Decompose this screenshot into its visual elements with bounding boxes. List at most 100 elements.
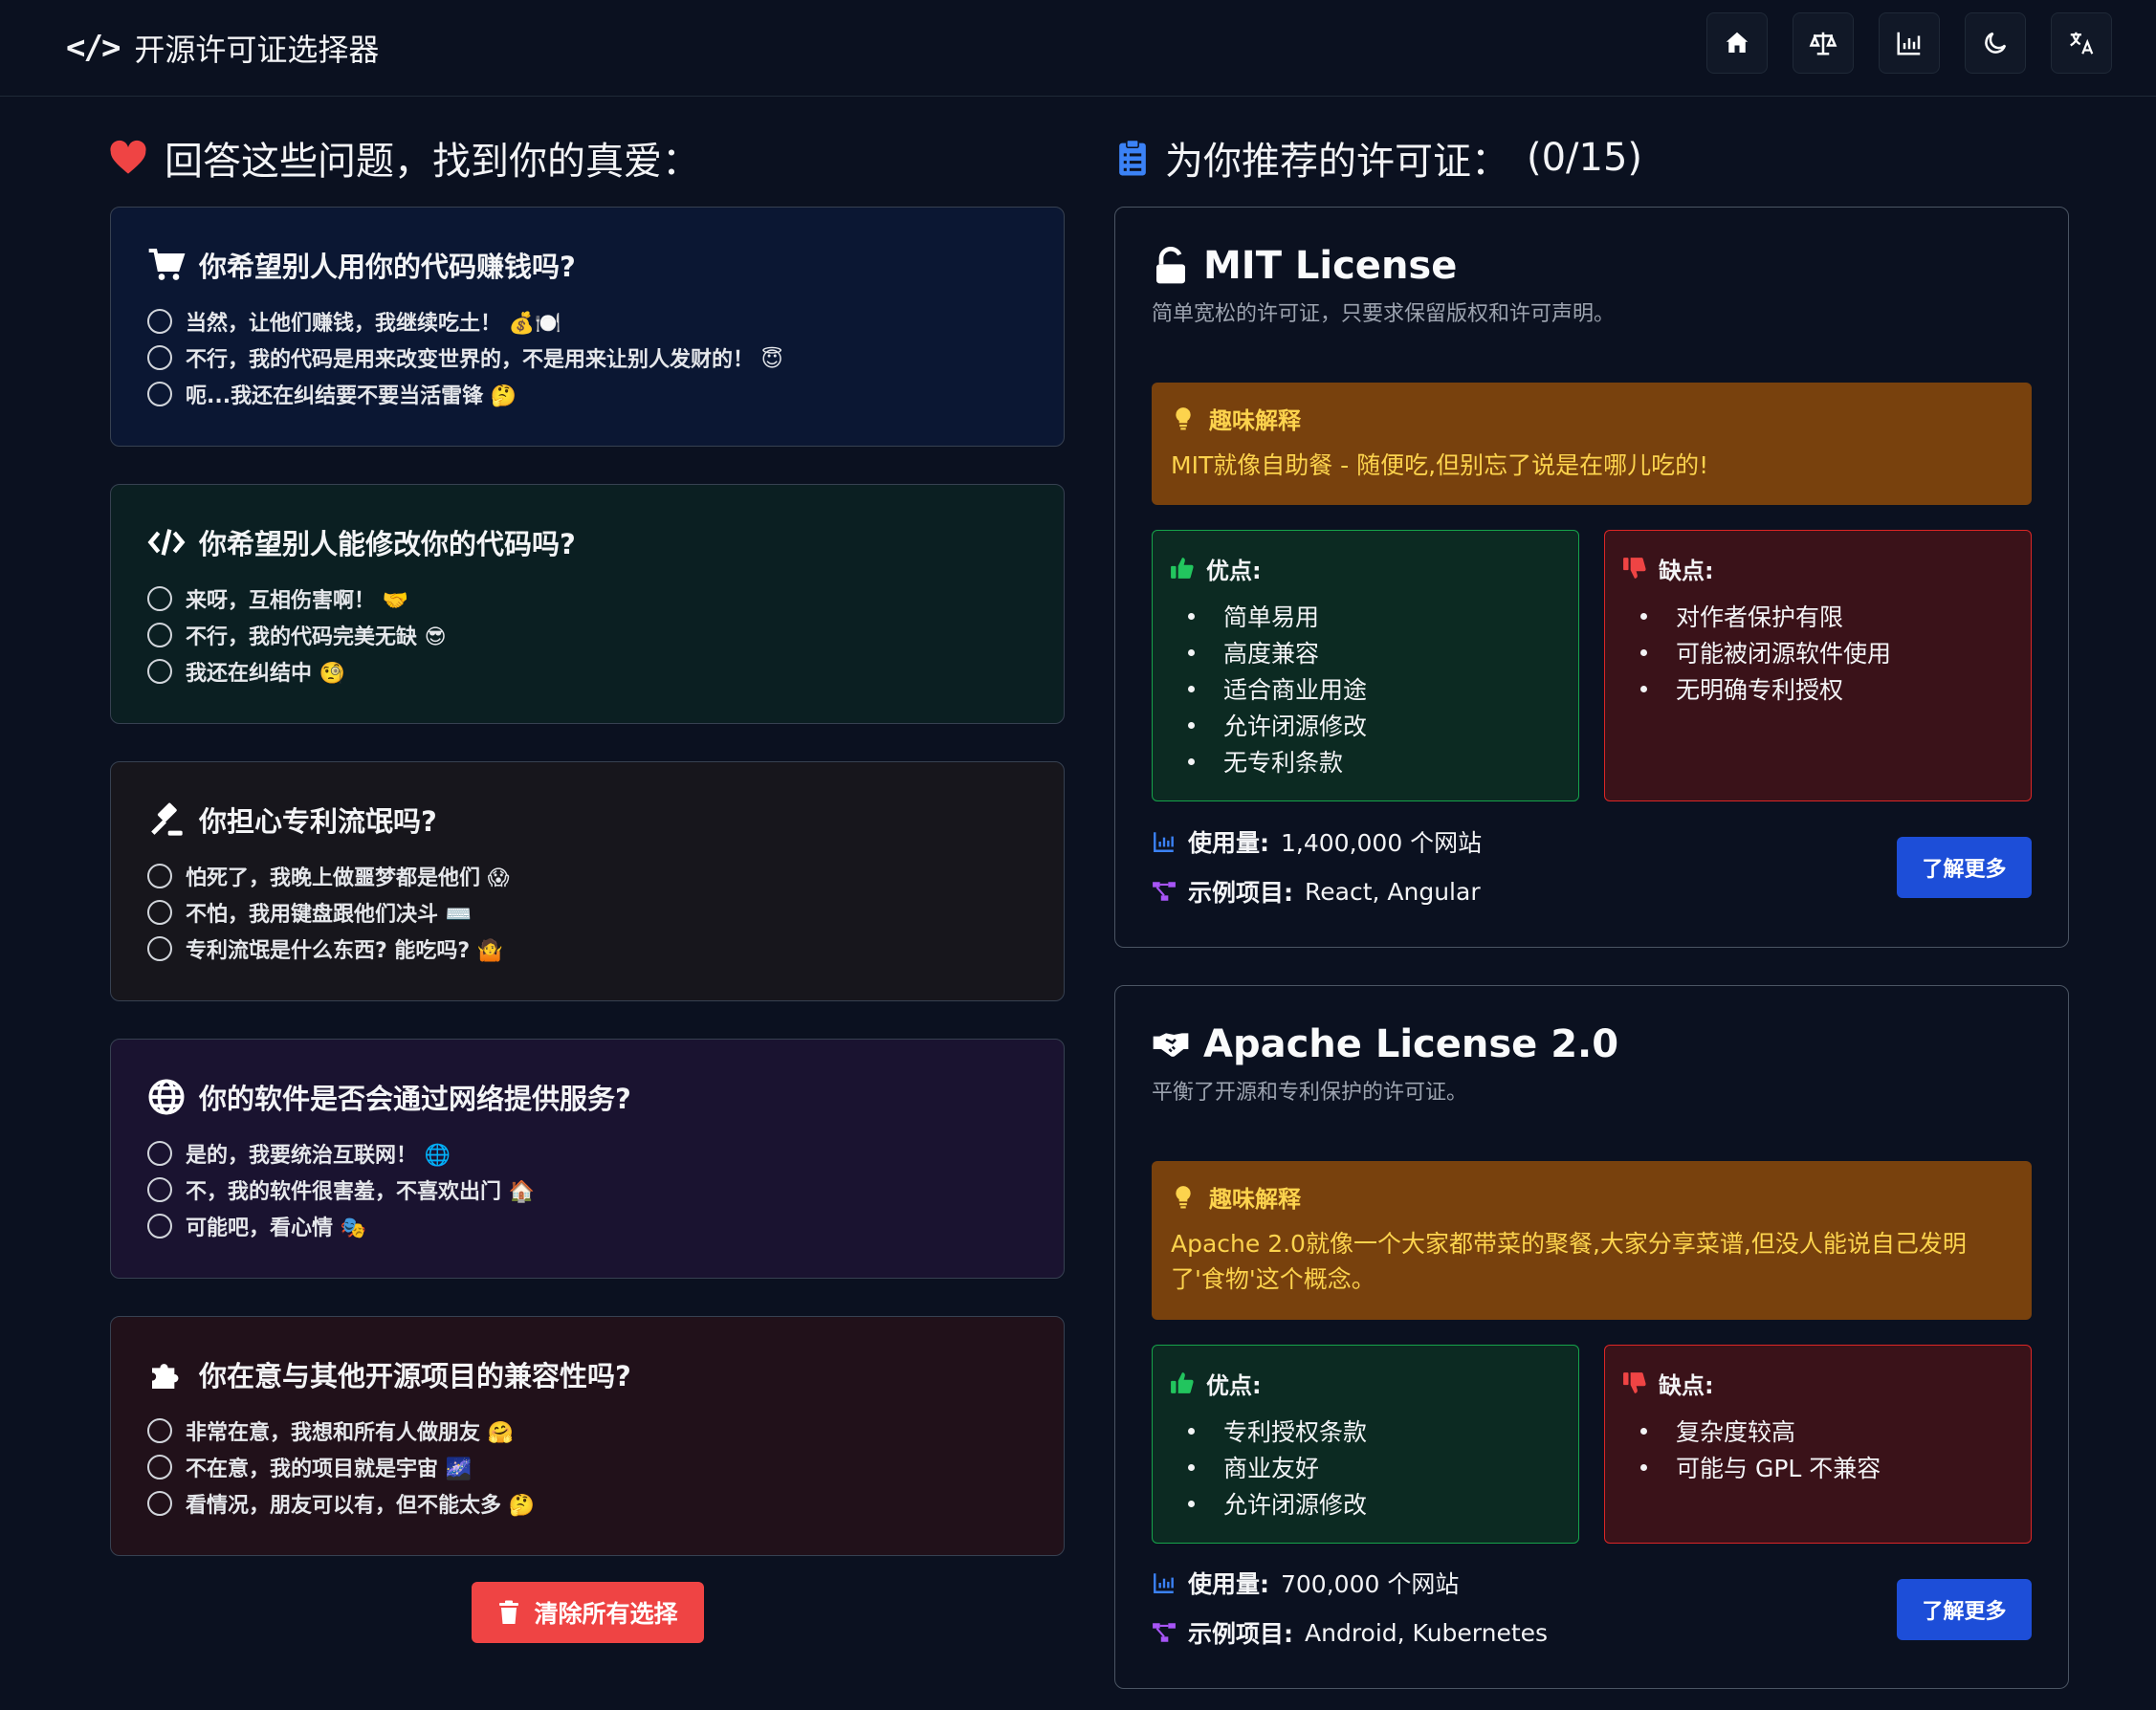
option-0[interactable]: 当然，让他们赚钱，我继续吃土！ 💰🍽️ xyxy=(147,303,1027,340)
radio-button[interactable] xyxy=(147,1214,172,1239)
cart-icon xyxy=(148,249,186,280)
list-item: 对作者保护有限 xyxy=(1622,598,2013,634)
option-1[interactable]: 不，我的软件很害羞，不喜欢出门 🏠 xyxy=(147,1172,1027,1208)
license-card-apache: Apache License 2.0 平衡了开源和专利保护的许可证。 趣味解释 … xyxy=(1114,985,2069,1689)
option-1[interactable]: 不行，我的代码是用来改变世界的，不是用来让别人发财的！ 😇 xyxy=(147,340,1027,376)
radio-button[interactable] xyxy=(147,1177,172,1202)
option-0[interactable]: 来呀，互相伤害啊！ 🤝 xyxy=(147,581,1027,617)
list-item: 无明确专利授权 xyxy=(1622,670,2013,707)
home-button[interactable] xyxy=(1706,12,1768,74)
thumbs-up-icon xyxy=(1171,558,1194,579)
license-card-mit: MIT License 简单宽松的许可证，只要求保留版权和许可声明。 趣味解释 … xyxy=(1114,207,2069,948)
clear-selections-button[interactable]: 清除所有选择 xyxy=(472,1582,704,1643)
list-item: 允许闭源修改 xyxy=(1170,1485,1561,1522)
thumbs-up-icon xyxy=(1171,1372,1194,1393)
license-name: MIT License xyxy=(1203,244,1458,288)
option-2[interactable]: 专利流氓是什么东西? 能吃吗? 🤷 xyxy=(147,931,1027,967)
puzzle-icon xyxy=(152,1364,179,1389)
brand[interactable]: </> 开源许可证选择器 xyxy=(66,21,379,75)
unlock-icon xyxy=(1156,247,1185,284)
globe-icon xyxy=(148,1079,185,1115)
list-item: 高度兼容 xyxy=(1170,634,1561,670)
question-card-money: 你希望别人用你的代码赚钱吗? 当然，让他们赚钱，我继续吃土！ 💰🍽️ 不行，我的… xyxy=(110,207,1065,447)
usage-stat: 使用量: 1,400,000 个网站 xyxy=(1152,824,1482,859)
license-description: 平衡了开源和专利保护的许可证。 xyxy=(1152,1081,1468,1105)
option-2[interactable]: 我还在纠结中 🧐 xyxy=(147,653,1027,690)
scale-icon xyxy=(1809,32,1837,55)
option-0[interactable]: 怕死了，我晚上做噩梦都是他们 😱 xyxy=(147,858,1027,894)
cons-list: 对作者保护有限 可能被闭源软件使用 无明确专利授权 xyxy=(1622,598,2013,707)
license-name: Apache License 2.0 xyxy=(1203,1022,1619,1066)
fun-explanation: 趣味解释 Apache 2.0就像一个大家都带菜的聚餐,大家分享菜谱,但没人能说… xyxy=(1152,1161,2032,1320)
list-item: 商业友好 xyxy=(1170,1449,1561,1485)
option-0[interactable]: 是的，我要统治互联网！ 🌐 xyxy=(147,1135,1027,1172)
question-card-modify: 你希望别人能修改你的代码吗? 来呀，互相伤害啊！ 🤝 不行，我的代码完美无缺 😎… xyxy=(110,484,1065,724)
top-navbar: </> 开源许可证选择器 xyxy=(0,0,2156,97)
dark-mode-toggle[interactable] xyxy=(1965,12,2026,74)
question-card-patent: 你担心专利流氓吗? 怕死了，我晚上做噩梦都是他们 😱 不怕，我用键盘跟他们决斗 … xyxy=(110,761,1065,1001)
recommendation-count: (0/15) xyxy=(1527,136,1643,180)
list-item: 允许闭源修改 xyxy=(1170,707,1561,743)
pros-list: 专利授权条款 商业友好 允许闭源修改 xyxy=(1170,1413,1561,1522)
cons-box: 缺点: 对作者保护有限 可能被闭源软件使用 无明确专利授权 xyxy=(1604,530,2032,801)
list-item: 专利授权条款 xyxy=(1170,1413,1561,1449)
clipboard-icon xyxy=(1119,139,1146,176)
option-2[interactable]: 看情况，朋友可以有，但不能太多 🤔 xyxy=(147,1485,1027,1522)
bar-chart-icon xyxy=(1154,832,1174,852)
radio-button[interactable] xyxy=(147,586,172,611)
option-0[interactable]: 非常在意，我想和所有人做朋友 🤗 xyxy=(147,1413,1027,1449)
compare-button[interactable] xyxy=(1793,12,1854,74)
project-diagram-icon xyxy=(1153,882,1176,901)
option-1[interactable]: 不行，我的代码完美无缺 😎 xyxy=(147,617,1027,653)
questions-heading: 回答这些问题，找到你的真爱： xyxy=(109,129,700,186)
radio-button[interactable] xyxy=(147,900,172,925)
radio-button[interactable] xyxy=(147,623,172,647)
radio-button[interactable] xyxy=(147,936,172,961)
radio-button[interactable] xyxy=(147,1141,172,1166)
option-2[interactable]: 可能吧，看心情 🎭 xyxy=(147,1208,1027,1244)
radio-button[interactable] xyxy=(147,382,172,406)
radio-button[interactable] xyxy=(147,345,172,370)
heart-icon xyxy=(110,140,146,174)
list-item: 简单易用 xyxy=(1170,598,1561,634)
pros-list: 简单易用 高度兼容 适合商业用途 允许闭源修改 无专利条款 xyxy=(1170,598,1561,779)
radio-button[interactable] xyxy=(147,1418,172,1443)
radio-button[interactable] xyxy=(147,1491,172,1516)
pros-box: 优点: 简单易用 高度兼容 适合商业用途 允许闭源修改 无专利条款 xyxy=(1152,530,1579,801)
radio-button[interactable] xyxy=(147,864,172,888)
lightbulb-icon xyxy=(1176,407,1191,430)
learn-more-button[interactable]: 了解更多 xyxy=(1897,1579,2032,1640)
language-button[interactable] xyxy=(2051,12,2112,74)
project-diagram-icon xyxy=(1153,1623,1176,1642)
recommendations-heading: 为你推荐的许可证： (0/15) xyxy=(1117,129,1642,186)
home-icon xyxy=(1726,32,1749,53)
radio-button[interactable] xyxy=(147,1455,172,1480)
list-item: 无专利条款 xyxy=(1170,743,1561,779)
stats-button[interactable] xyxy=(1879,12,1940,74)
questions-heading-text: 回答这些问题，找到你的真爱： xyxy=(165,140,700,184)
radio-button[interactable] xyxy=(147,659,172,684)
nav-buttons xyxy=(1706,12,2112,74)
option-2[interactable]: 呃...我还在纠结要不要当活雷锋 🤔 xyxy=(147,376,1027,412)
chart-icon xyxy=(1897,32,1921,55)
question-title: 你希望别人用你的代码赚钱吗? xyxy=(199,251,576,283)
handshake-icon xyxy=(1153,1033,1189,1057)
question-title: 你的软件是否会通过网络提供服务? xyxy=(199,1083,631,1115)
question-title: 你担心专利流氓吗? xyxy=(199,805,437,838)
cons-list: 复杂度较高 可能与 GPL 不兼容 xyxy=(1622,1413,2013,1485)
lightbulb-icon xyxy=(1176,1186,1191,1209)
list-item: 复杂度较高 xyxy=(1622,1413,2013,1449)
examples-stat: 示例项目: Android, Kubernetes xyxy=(1152,1615,1548,1650)
cons-box: 缺点: 复杂度较高 可能与 GPL 不兼容 xyxy=(1604,1345,2032,1544)
pros-box: 优点: 专利授权条款 商业友好 允许闭源修改 xyxy=(1152,1345,1579,1544)
question-card-network: 你的软件是否会通过网络提供服务? 是的，我要统治互联网！ 🌐 不，我的软件很害羞… xyxy=(110,1039,1065,1279)
radio-button[interactable] xyxy=(147,309,172,334)
trash-icon xyxy=(499,1600,519,1624)
option-1[interactable]: 不怕，我用键盘跟他们决斗 ⌨️ xyxy=(147,894,1027,931)
usage-stat: 使用量: 700,000 个网站 xyxy=(1152,1566,1459,1600)
option-1[interactable]: 不在意，我的项目就是宇宙 🌌 xyxy=(147,1449,1027,1485)
thumbs-down-icon xyxy=(1623,558,1646,579)
bar-chart-icon xyxy=(1154,1573,1174,1593)
question-card-compat: 你在意与其他开源项目的兼容性吗? 非常在意，我想和所有人做朋友 🤗 不在意，我的… xyxy=(110,1316,1065,1556)
learn-more-button[interactable]: 了解更多 xyxy=(1897,837,2032,898)
